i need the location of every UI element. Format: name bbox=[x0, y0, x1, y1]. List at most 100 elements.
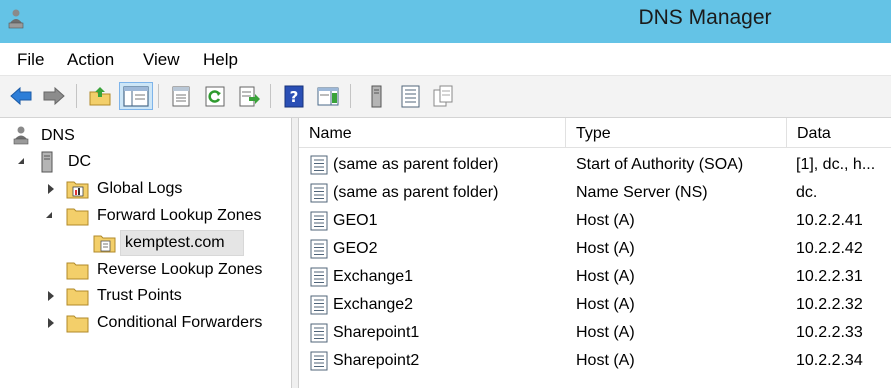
copy-icon bbox=[433, 85, 453, 107]
tree-node-label: Conditional Forwarders bbox=[97, 314, 263, 331]
window-title: DNS Manager bbox=[638, 6, 772, 29]
record-name-cell: Exchange2 bbox=[333, 296, 414, 313]
zone-folder-icon bbox=[93, 232, 117, 259]
event-log-folder-icon bbox=[66, 178, 90, 205]
properties-button[interactable] bbox=[167, 82, 195, 110]
record-name-cell: Sharepoint2 bbox=[333, 352, 420, 369]
dns-manager-icon[interactable] bbox=[7, 8, 25, 30]
record-type-cell: Host (A) bbox=[576, 352, 635, 369]
record-name-cell: Exchange1 bbox=[333, 268, 414, 285]
server-icon bbox=[40, 151, 54, 178]
record-name-cell: (same as parent folder) bbox=[333, 184, 499, 201]
help-button[interactable]: ? bbox=[280, 82, 308, 110]
table-row[interactable]: Exchange2 Host (A) 10.2.2.32 bbox=[299, 291, 891, 319]
pane-splitter[interactable] bbox=[292, 118, 299, 388]
properties-icon bbox=[172, 86, 190, 107]
column-header-name[interactable]: Name bbox=[299, 118, 566, 148]
tree-node-label: Trust Points bbox=[97, 287, 182, 304]
tree-node-label: Forward Lookup Zones bbox=[97, 207, 262, 224]
menu-help[interactable]: Help bbox=[203, 50, 238, 70]
tree-node-server[interactable]: DC bbox=[0, 150, 290, 174]
tree-node-dns[interactable]: DNS bbox=[0, 124, 290, 148]
forward-button[interactable] bbox=[40, 82, 68, 110]
folder-icon bbox=[66, 312, 90, 339]
menu-action[interactable]: Action bbox=[67, 50, 114, 70]
console-tree[interactable]: DNS DC Global Logs Forward Lookup Zones … bbox=[0, 118, 292, 388]
title-bar: DNS Manager bbox=[0, 0, 891, 43]
tree-node-label: Reverse Lookup Zones bbox=[97, 261, 263, 278]
svg-text:?: ? bbox=[290, 88, 299, 106]
copy-button[interactable] bbox=[429, 82, 457, 110]
refresh-button[interactable] bbox=[201, 82, 229, 110]
table-row[interactable]: GEO1 Host (A) 10.2.2.41 bbox=[299, 207, 891, 235]
collapse-arrow-icon[interactable] bbox=[46, 212, 52, 218]
show-hide-console-tree-icon bbox=[123, 86, 149, 107]
back-button[interactable] bbox=[7, 82, 35, 110]
refresh-icon bbox=[205, 86, 225, 107]
folder-icon bbox=[66, 285, 90, 312]
tree-node-conditional-forwarders[interactable]: Conditional Forwarders bbox=[0, 311, 290, 335]
record-list-icon bbox=[401, 85, 420, 108]
forward-arrow-icon bbox=[43, 86, 65, 106]
tree-node-label: Global Logs bbox=[97, 180, 183, 197]
record-data-cell: 10.2.2.31 bbox=[796, 268, 863, 285]
server-icon bbox=[371, 85, 382, 108]
collapse-arrow-icon[interactable] bbox=[18, 158, 24, 164]
dns-record-icon bbox=[309, 239, 329, 264]
table-row[interactable]: Sharepoint1 Host (A) 10.2.2.33 bbox=[299, 319, 891, 347]
tree-node-trust-points[interactable]: Trust Points bbox=[0, 284, 290, 308]
record-type-cell: Start of Authority (SOA) bbox=[576, 156, 744, 173]
menu-file[interactable]: File bbox=[17, 50, 44, 70]
help-icon: ? bbox=[284, 85, 304, 108]
column-header-type[interactable]: Type bbox=[566, 118, 787, 148]
table-row[interactable]: (same as parent folder) Start of Authorit… bbox=[299, 151, 891, 179]
record-name-cell: GEO2 bbox=[333, 240, 378, 257]
column-header-label: Data bbox=[797, 125, 831, 142]
tree-node-global-logs[interactable]: Global Logs bbox=[0, 177, 290, 201]
menu-view[interactable]: View bbox=[143, 50, 180, 70]
column-header-data[interactable]: Data bbox=[787, 118, 891, 148]
record-name-cell: GEO1 bbox=[333, 212, 378, 229]
menu-bar: File Action View Help bbox=[0, 43, 891, 76]
dns-record-icon bbox=[309, 323, 329, 348]
record-data-cell: dc. bbox=[796, 184, 818, 201]
table-row[interactable]: Sharepoint2 Host (A) 10.2.2.34 bbox=[299, 347, 891, 375]
up-one-level-button[interactable] bbox=[86, 82, 114, 110]
dns-record-icon bbox=[309, 183, 329, 208]
toolbar: ? bbox=[0, 76, 891, 118]
record-name-cell: Sharepoint1 bbox=[333, 324, 420, 341]
expand-arrow-icon[interactable] bbox=[48, 184, 54, 194]
expand-arrow-icon[interactable] bbox=[48, 291, 54, 301]
show-hide-action-pane-button[interactable] bbox=[314, 82, 342, 110]
table-row[interactable]: GEO2 Host (A) 10.2.2.42 bbox=[299, 235, 891, 263]
record-list-button[interactable] bbox=[396, 82, 424, 110]
dns-record-icon bbox=[309, 267, 329, 292]
results-list[interactable]: Name Type Data (same as parent folder) St… bbox=[299, 118, 891, 388]
tree-node-reverse-lookup-zones[interactable]: Reverse Lookup Zones bbox=[0, 258, 290, 282]
tree-node-kemptest-com[interactable]: kemptest.com bbox=[0, 230, 290, 256]
tree-node-label: DNS bbox=[41, 127, 75, 144]
export-list-button[interactable] bbox=[235, 82, 263, 110]
record-data-cell: 10.2.2.32 bbox=[796, 296, 863, 313]
folder-icon bbox=[66, 205, 90, 232]
expand-arrow-icon[interactable] bbox=[48, 318, 54, 328]
dns-record-icon bbox=[309, 295, 329, 320]
record-data-cell: 10.2.2.42 bbox=[796, 240, 863, 257]
table-row[interactable]: (same as parent folder) Name Server (NS) d… bbox=[299, 179, 891, 207]
server-button[interactable] bbox=[362, 82, 390, 110]
table-row[interactable]: Exchange1 Host (A) 10.2.2.31 bbox=[299, 263, 891, 291]
show-hide-console-tree-button[interactable] bbox=[119, 82, 153, 110]
export-list-icon bbox=[239, 86, 260, 107]
record-data-cell: 10.2.2.33 bbox=[796, 324, 863, 341]
record-data-cell: 10.2.2.41 bbox=[796, 212, 863, 229]
record-type-cell: Host (A) bbox=[576, 324, 635, 341]
dns-manager-icon bbox=[12, 125, 30, 152]
toolbar-separator bbox=[270, 84, 271, 108]
tree-node-forward-lookup-zones[interactable]: Forward Lookup Zones bbox=[0, 204, 290, 228]
toolbar-separator bbox=[76, 84, 77, 108]
back-arrow-icon bbox=[10, 86, 32, 106]
dns-record-icon bbox=[309, 211, 329, 236]
folder-icon bbox=[66, 259, 90, 286]
dns-record-icon bbox=[309, 351, 329, 376]
action-pane-icon bbox=[317, 87, 339, 106]
